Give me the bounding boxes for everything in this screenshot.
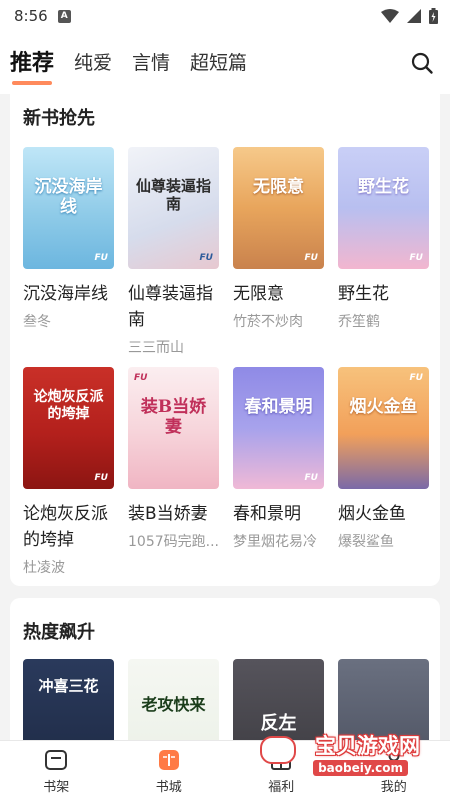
status-time: 8:56 bbox=[14, 7, 48, 25]
gamepad-icon bbox=[260, 736, 296, 764]
book-card[interactable] bbox=[338, 659, 429, 740]
book-card[interactable]: 老攻快来 bbox=[128, 659, 219, 740]
book-cover[interactable]: 无限意 FU bbox=[233, 147, 324, 269]
bookstore-icon bbox=[156, 747, 182, 773]
publisher-logo: FU bbox=[304, 473, 318, 483]
book-card[interactable]: 冲喜三花 bbox=[23, 659, 114, 740]
nav-bookstore[interactable]: 书城 bbox=[113, 741, 226, 800]
book-card[interactable]: 无限意 FU 无限意 竹菸不炒肉 bbox=[233, 147, 324, 331]
nav-label: 书城 bbox=[155, 779, 182, 795]
book-cover[interactable]: 野生花 FU bbox=[338, 147, 429, 269]
book-title: 野生花 bbox=[338, 284, 389, 304]
book-author: 乔笙鹤 bbox=[338, 314, 380, 330]
tab-romance[interactable]: 言情 bbox=[132, 48, 170, 79]
trending-section: 热度飙升 冲喜三花 老攻快来 反左 bbox=[10, 598, 440, 740]
tab-recommend[interactable]: 推荐 bbox=[10, 45, 54, 85]
publisher-logo: FU bbox=[94, 253, 108, 263]
tab-bl[interactable]: 纯爱 bbox=[74, 48, 112, 79]
book-author: 梦里烟花易冷 bbox=[233, 534, 317, 550]
section-title-new-books: 新书抢先 bbox=[23, 108, 95, 129]
book-cover[interactable]: 老攻快来 bbox=[128, 659, 219, 740]
book-author: 爆裂鲨鱼 bbox=[338, 534, 394, 550]
tab-short-stories[interactable]: 超短篇 bbox=[190, 48, 247, 79]
search-icon bbox=[411, 52, 433, 74]
book-card[interactable]: 论炮灰反派的垮掉 FU 论炮灰反派的垮掉 杜凌波 bbox=[23, 367, 114, 577]
wifi-icon bbox=[381, 9, 399, 23]
book-title: 沉没海岸线 bbox=[23, 284, 108, 304]
watermark-text: 宝贝游戏网 bbox=[315, 734, 420, 758]
publisher-logo: FU bbox=[304, 253, 318, 263]
book-card[interactable]: 仙尊装逼指南 FU 仙尊装逼指南 三三而山 bbox=[128, 147, 219, 357]
book-cover[interactable]: 装B当娇妻 FU bbox=[128, 367, 219, 489]
watermark-url: baobeiy.com bbox=[313, 760, 408, 776]
publisher-logo: FU bbox=[134, 373, 148, 383]
publisher-logo: FU bbox=[199, 253, 213, 263]
book-cover[interactable]: 春和景明 FU bbox=[233, 367, 324, 489]
book-author: 竹菸不炒肉 bbox=[233, 314, 303, 330]
book-title: 仙尊装逼指南 bbox=[128, 284, 213, 330]
book-cover[interactable]: 烟火金鱼 FU bbox=[338, 367, 429, 489]
book-cover[interactable] bbox=[338, 659, 429, 740]
content-scroll[interactable]: 新书抢先 沉没海岸线 FU 沉没海岸线 叁冬 仙尊装逼指南 FU 仙尊装逼指南 … bbox=[0, 94, 450, 740]
status-bar: 8:56 A bbox=[0, 0, 450, 32]
search-button[interactable] bbox=[408, 49, 436, 77]
book-title: 装B当娇妻 bbox=[128, 504, 208, 524]
book-cover[interactable]: 仙尊装逼指南 FU bbox=[128, 147, 219, 269]
book-author: 叁冬 bbox=[23, 314, 51, 330]
book-author: 1057码完跑... bbox=[128, 534, 219, 550]
publisher-logo: FU bbox=[409, 253, 423, 263]
book-cover[interactable]: 冲喜三花 bbox=[23, 659, 114, 740]
signal-icon bbox=[407, 9, 421, 23]
book-author: 杜凌波 bbox=[23, 560, 65, 576]
battery-icon bbox=[429, 8, 438, 24]
nav-label: 书架 bbox=[43, 779, 70, 795]
book-author: 三三而山 bbox=[128, 340, 184, 356]
section-title-trending: 热度飙升 bbox=[23, 622, 95, 643]
bookshelf-icon bbox=[43, 747, 69, 773]
book-card[interactable]: 野生花 FU 野生花 乔笙鹤 bbox=[338, 147, 429, 331]
category-tabs: 推荐 纯爱 言情 超短篇 bbox=[0, 32, 450, 94]
app-notification-icon: A bbox=[57, 9, 71, 23]
book-card[interactable]: 反左 bbox=[233, 659, 324, 740]
book-cover[interactable]: 沉没海岸线 FU bbox=[23, 147, 114, 269]
book-cover[interactable]: 论炮灰反派的垮掉 FU bbox=[23, 367, 114, 489]
publisher-logo: FU bbox=[409, 373, 423, 383]
book-title: 论炮灰反派的垮掉 bbox=[23, 504, 108, 550]
new-books-section: 新书抢先 沉没海岸线 FU 沉没海岸线 叁冬 仙尊装逼指南 FU 仙尊装逼指南 … bbox=[10, 94, 440, 586]
book-title: 烟火金鱼 bbox=[338, 504, 406, 524]
publisher-logo: FU bbox=[94, 473, 108, 483]
nav-bookshelf[interactable]: 书架 bbox=[0, 741, 113, 800]
book-card[interactable]: 烟火金鱼 FU 烟火金鱼 爆裂鲨鱼 bbox=[338, 367, 429, 551]
book-card[interactable]: 装B当娇妻 FU 装B当娇妻 1057码完跑... bbox=[128, 367, 219, 551]
book-card[interactable]: 春和景明 FU 春和景明 梦里烟花易冷 bbox=[233, 367, 324, 551]
book-title: 春和景明 bbox=[233, 504, 301, 524]
book-cover[interactable]: 反左 bbox=[233, 659, 324, 740]
watermark-overlay: 宝贝游戏网 baobeiy.com bbox=[260, 730, 420, 782]
book-title: 无限意 bbox=[233, 284, 284, 304]
book-card[interactable]: 沉没海岸线 FU 沉没海岸线 叁冬 bbox=[23, 147, 114, 331]
